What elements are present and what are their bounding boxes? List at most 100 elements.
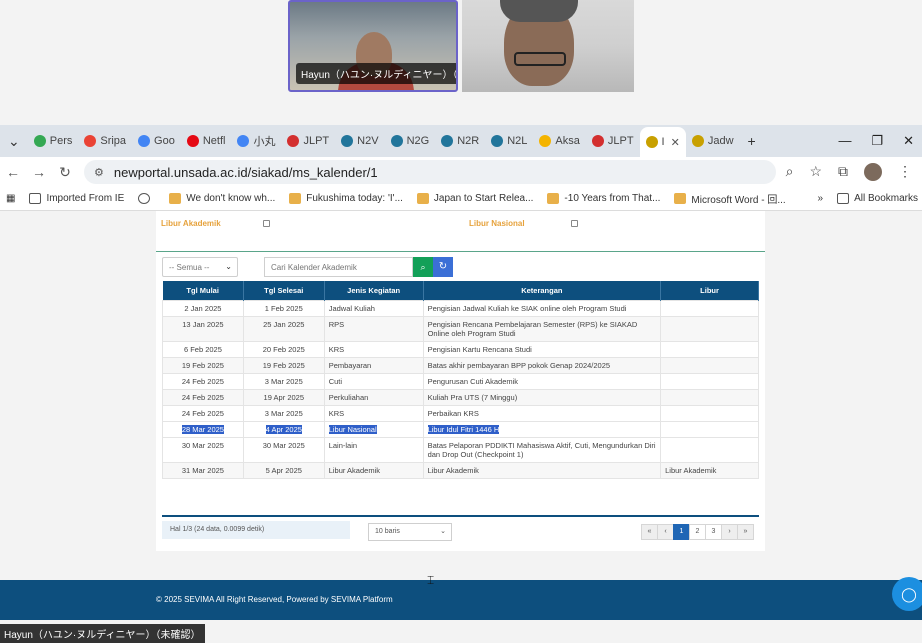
table-row[interactable]: 19 Feb 2025 19 Feb 2025 Pembayaran Batas ak… — [162, 356, 759, 374]
column-header[interactable]: Keterangan — [423, 281, 662, 300]
browser-tab[interactable]: 小丸 — [231, 128, 281, 154]
all-bookmarks-button[interactable]: All Bookmarks — [837, 193, 918, 204]
column-header[interactable]: Tgl Selesai — [243, 281, 325, 300]
bookmark-item[interactable]: -10 Years from That... — [547, 193, 660, 204]
tab-label: Goo — [154, 135, 175, 147]
browser-tab[interactable]: Jadw — [686, 128, 740, 154]
column-header[interactable]: Tgl Mulai — [162, 281, 244, 300]
bookmark-item[interactable]: Japan to Start Relea... — [416, 193, 533, 204]
table-row[interactable]: 28 Mar 2025 4 Apr 2025 Libur Nasional Libur… — [162, 420, 759, 438]
tab-label: Aksa — [555, 135, 580, 147]
browser-tab[interactable]: Goo — [132, 128, 181, 154]
profile-avatar[interactable] — [864, 163, 882, 181]
bookmark-item[interactable]: Microsoft Word - 回... — [674, 191, 786, 206]
page-number-button[interactable]: 1 — [673, 524, 690, 540]
participant-video-2[interactable] — [462, 0, 634, 92]
table-cell: Kuliah Pra UTS (7 Minggu) — [422, 388, 662, 406]
browser-tab[interactable]: N2L — [485, 128, 533, 154]
restore-icon[interactable]: ❐ — [871, 133, 883, 149]
browser-tab[interactable]: Aksa — [533, 128, 585, 154]
chevron-down-icon: ⌄ — [440, 528, 446, 535]
browser-tab[interactable]: I ✕ — [639, 127, 686, 157]
column-header[interactable]: Jenis Kegiatan — [324, 281, 424, 300]
minimize-icon[interactable]: — — [838, 133, 851, 149]
page-nav-button[interactable]: « — [641, 524, 658, 540]
page-nav-button[interactable]: » — [737, 524, 754, 540]
table-cell: 28 Mar 2025 — [162, 420, 244, 438]
bookmark-item[interactable]: Fukushima today: 'I'... — [289, 193, 403, 204]
chat-button[interactable]: ◯ — [892, 577, 922, 611]
table-cell: Jadwal Kuliah — [323, 299, 424, 317]
table-row[interactable]: 2 Jan 2025 1 Feb 2025 Jadwal Kuliah Pengisi… — [162, 299, 759, 317]
star-icon[interactable]: ☆ — [809, 163, 822, 181]
table-cell — [660, 436, 759, 463]
table-cell: 4 Apr 2025 — [242, 420, 325, 438]
bookmark-item[interactable]: Imported From IE — [29, 193, 124, 204]
column-header[interactable]: Libur — [660, 281, 759, 300]
page-number-button[interactable]: 3 — [705, 524, 722, 540]
cell-text: 24 Feb 2025 — [181, 376, 224, 386]
table-cell: 24 Feb 2025 — [162, 372, 244, 390]
more-bookmarks-icon[interactable]: » — [818, 193, 824, 204]
search-button[interactable]: ⌕ — [413, 257, 433, 277]
table-cell: Pengurusan Cuti Akademik — [422, 372, 662, 390]
cell-text: 4 Apr 2025 — [265, 424, 302, 434]
forward-icon[interactable]: → — [26, 164, 52, 180]
table-cell — [660, 404, 759, 422]
legend-checkbox-akademik[interactable] — [263, 220, 270, 227]
legend-checkbox-nasional[interactable] — [571, 220, 578, 227]
browser-tab[interactable]: Pers — [28, 128, 79, 154]
table-row[interactable]: 31 Mar 2025 5 Apr 2025 Libur Akademik Libur… — [162, 461, 759, 479]
browser-tab[interactable]: Netfl — [181, 128, 232, 154]
site-info-icon[interactable]: ⚙ — [94, 166, 104, 179]
zoom-icon[interactable]: ⌕ — [786, 163, 794, 181]
participant-video-1[interactable]: Hayun（ハユン·ヌルディニヤー）（未確認） — [288, 0, 458, 92]
table-row[interactable]: 24 Feb 2025 19 Apr 2025 Perkuliahan Kuliah … — [162, 388, 759, 406]
table-cell: Batas akhir pembayaran BPP pokok Genap 2… — [422, 356, 662, 374]
browser-tab[interactable]: Sripa — [78, 128, 132, 154]
cell-text: Libur Idul Fitri 1446 H — [427, 424, 500, 434]
url-text: newportal.unsada.ac.id/siakad/ms_kalende… — [113, 164, 378, 180]
browser-tab[interactable]: N2R — [435, 128, 485, 154]
table-cell: Cuti — [323, 372, 424, 390]
url-field[interactable]: ⚙ newportal.unsada.ac.id/siakad/ms_kalen… — [84, 160, 776, 184]
new-tab-button[interactable]: + — [740, 133, 764, 149]
close-window-icon[interactable]: ✕ — [903, 133, 914, 149]
table-cell: 24 Feb 2025 — [162, 404, 244, 422]
tab-favicon-icon — [645, 136, 658, 148]
refresh-button[interactable]: ↻ — [433, 257, 453, 277]
table-row[interactable]: 6 Feb 2025 20 Feb 2025 KRS Pengisian Kartu … — [162, 340, 759, 358]
browser-tab[interactable]: JLPT — [281, 128, 335, 154]
browser-tab[interactable]: JLPT — [586, 128, 640, 154]
bookmark-icon — [547, 193, 560, 204]
back-icon[interactable]: ← — [0, 164, 26, 180]
table-cell: 6 Feb 2025 — [162, 340, 244, 358]
search-icon: ⌕ — [420, 262, 426, 272]
browser-tab[interactable]: N2V — [335, 128, 384, 154]
page-size-select[interactable]: 10 baris ⌄ — [368, 523, 452, 541]
reload-icon[interactable]: ↻ — [52, 164, 78, 181]
tab-search-chevron-icon[interactable]: ⌄ — [0, 133, 28, 150]
cell-text: 24 Feb 2025 — [181, 408, 224, 418]
apps-icon[interactable]: ▦ — [6, 193, 15, 204]
table-cell: Pengisian Rencana Pembelajaran Semester … — [422, 315, 662, 342]
page-nav-button[interactable]: ‹ — [657, 524, 674, 540]
table-cell: Pengisian Jadwal Kuliah ke SIAK online o… — [422, 299, 662, 317]
table-row[interactable]: 30 Mar 2025 30 Mar 2025 Lain-lain Batas Pel… — [162, 436, 759, 463]
search-input[interactable] — [264, 257, 413, 277]
table-row[interactable]: 24 Feb 2025 3 Mar 2025 Cuti Pengurusan Cuti… — [162, 372, 759, 390]
menu-icon[interactable]: ⋮ — [898, 163, 912, 181]
category-select[interactable]: -- Semua -- ⌄ — [162, 257, 238, 277]
tab-favicon-icon — [691, 135, 704, 147]
tab-favicon-icon — [390, 135, 403, 147]
page-number-button[interactable]: 2 — [689, 524, 706, 540]
table-row[interactable]: 13 Jan 2025 25 Jan 2025 RPS Pengisian Renca… — [162, 315, 759, 342]
table-row[interactable]: 24 Feb 2025 3 Mar 2025 KRS Perbaikan KRS — [162, 404, 759, 422]
bookmark-item[interactable]: We don't know wh... — [169, 193, 275, 204]
table-cell — [660, 299, 759, 317]
page-nav-button[interactable]: › — [721, 524, 738, 540]
tab-close-icon[interactable]: ✕ — [671, 136, 680, 149]
browser-tab[interactable]: N2G — [385, 128, 436, 154]
extensions-icon[interactable]: ⧉ — [838, 163, 848, 181]
bookmark-item[interactable] — [138, 193, 155, 204]
